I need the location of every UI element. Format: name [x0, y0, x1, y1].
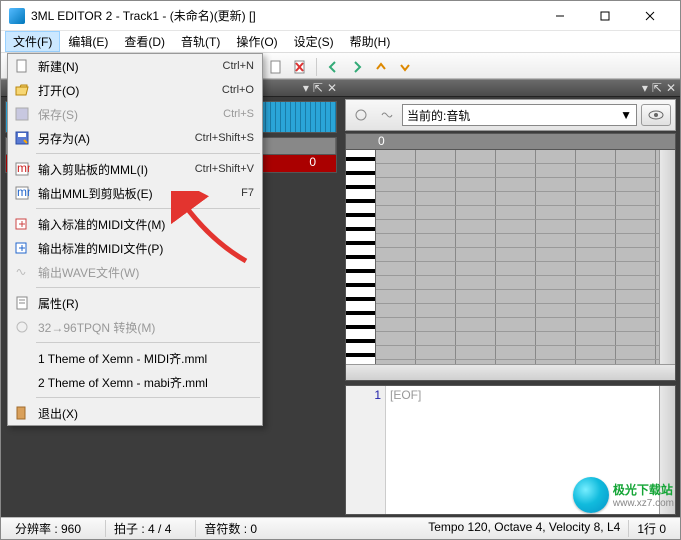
import-midi-icon — [12, 215, 32, 233]
chevron-down-icon: ▼ — [620, 108, 632, 122]
toolbar-back-icon[interactable] — [322, 56, 344, 78]
panel-pin-icon[interactable]: ⇱ — [313, 81, 323, 95]
editor-gutter: 1 — [346, 386, 386, 514]
menu-view[interactable]: 查看(D) — [116, 31, 173, 52]
minimize-button[interactable] — [537, 2, 582, 30]
right-panel: ▾ ⇱ ✕ 当前的:音轨 ▼ 0 — [341, 79, 680, 517]
status-beat: 拍子 : 4 / 4 — [105, 520, 179, 537]
toolbar-fwd-icon[interactable] — [346, 56, 368, 78]
toolbar-up-icon[interactable] — [370, 56, 392, 78]
panel-menu-icon[interactable]: ▾ — [303, 81, 309, 95]
export-wave-icon — [12, 263, 32, 281]
menu-import-midi[interactable]: 输入标准的MIDI文件(M) — [8, 212, 262, 236]
piano-roll-scrollbar-h[interactable] — [346, 364, 675, 380]
new-file-icon — [12, 57, 32, 75]
panel-pin-icon[interactable]: ⇱ — [652, 81, 662, 95]
menu-save: 保存(S)Ctrl+S — [8, 102, 262, 126]
eye-icon — [648, 110, 664, 120]
piano-roll-scrollbar-v[interactable] — [659, 150, 675, 364]
window-title: 3ML EDITOR 2 - Track1 - (未命名)(更新) [] — [31, 7, 537, 24]
watermark-icon — [573, 477, 609, 513]
import-mml-icon: mml — [12, 160, 32, 178]
menu-track[interactable]: 音轨(T) — [173, 31, 228, 52]
close-button[interactable] — [627, 2, 672, 30]
panel-close-icon[interactable]: ✕ — [327, 81, 337, 95]
menu-export-wave: 输出WAVE文件(W) — [8, 260, 262, 284]
menu-recent-2[interactable]: 2 Theme of Xemn - mabi齐.mml — [8, 370, 262, 394]
file-dropdown: 新建(N)Ctrl+N 打开(O)Ctrl+O 保存(S)Ctrl+S 另存为(… — [7, 53, 263, 426]
toolbar-row2 — [265, 56, 674, 78]
save-icon — [12, 105, 32, 123]
maximize-button[interactable] — [582, 2, 627, 30]
menu-settings[interactable]: 设定(S) — [286, 31, 342, 52]
menu-file[interactable]: 文件(F) — [5, 31, 60, 52]
open-folder-icon — [12, 81, 32, 99]
export-mml-icon: mml — [12, 184, 32, 202]
app-icon — [9, 8, 25, 24]
menu-copy-mml[interactable]: mml 输出MML到剪贴板(E)F7 — [8, 181, 262, 205]
menu-exit[interactable]: 退出(X) — [8, 401, 262, 425]
exit-icon — [12, 404, 32, 422]
saveas-icon — [12, 129, 32, 147]
track-selector[interactable]: 当前的:音轨 ▼ — [402, 104, 637, 126]
track-solo-icon[interactable] — [350, 104, 372, 126]
track-visibility-button[interactable] — [641, 104, 671, 126]
menu-export-midi[interactable]: 输出标准的MIDI文件(P) — [8, 236, 262, 260]
titlebar: 3ML EDITOR 2 - Track1 - (未命名)(更新) [] — [1, 1, 680, 31]
panel-menu-icon[interactable]: ▾ — [642, 81, 648, 95]
svg-text:mml: mml — [17, 185, 30, 199]
status-tempo: Tempo 120, Octave 4, Velocity 8, L4 — [420, 520, 628, 537]
right-panel-header: ▾ ⇱ ✕ — [341, 79, 680, 97]
status-cursor: 1行 0 — [628, 520, 674, 537]
menu-edit[interactable]: 编辑(E) — [60, 31, 116, 52]
menu-properties[interactable]: 属性(R) — [8, 291, 262, 315]
toolbar-delete-icon[interactable] — [289, 56, 311, 78]
piano-roll-ruler: 0 — [346, 134, 675, 150]
toolbar-doc-icon[interactable] — [265, 56, 287, 78]
statusbar: 分辨率 : 960 拍子 : 4 / 4 音符数 : 0 Tempo 120, … — [1, 517, 680, 539]
export-midi-icon — [12, 239, 32, 257]
menu-open[interactable]: 打开(O)Ctrl+O — [8, 78, 262, 102]
status-notes: 音符数 : 0 — [195, 520, 265, 537]
menu-recent-1[interactable]: 1 Theme of Xemn - MIDI齐.mml — [8, 346, 262, 370]
menubar: 文件(F) 编辑(E) 查看(D) 音轨(T) 操作(O) 设定(S) 帮助(H… — [1, 31, 680, 53]
menu-help[interactable]: 帮助(H) — [342, 31, 399, 52]
menu-paste-mml[interactable]: mml 输入剪贴板的MML(I)Ctrl+Shift+V — [8, 157, 262, 181]
properties-icon — [12, 294, 32, 312]
panel-close-icon[interactable]: ✕ — [666, 81, 676, 95]
piano-roll-keyboard[interactable] — [346, 150, 376, 364]
svg-text:mml: mml — [17, 161, 30, 175]
menu-saveas[interactable]: 另存为(A)Ctrl+Shift+S — [8, 126, 262, 150]
menu-new[interactable]: 新建(N)Ctrl+N — [8, 54, 262, 78]
menu-operate[interactable]: 操作(O) — [228, 31, 285, 52]
track-mute-icon[interactable] — [376, 104, 398, 126]
track-toolbar: 当前的:音轨 ▼ — [345, 99, 676, 131]
toolbar-down-icon[interactable] — [394, 56, 416, 78]
piano-roll-grid[interactable] — [376, 150, 659, 364]
convert-icon — [12, 318, 32, 336]
watermark-logo: 极光下载站 www.xz7.com — [573, 477, 674, 513]
status-resolution: 分辨率 : 960 — [7, 520, 89, 537]
menu-tpqn-convert: 32→96TPQN 转换(M) — [8, 315, 262, 339]
